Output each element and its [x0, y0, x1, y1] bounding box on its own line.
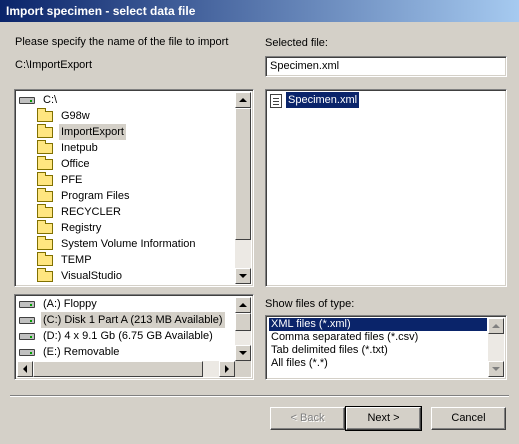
folder-icon: [37, 204, 53, 218]
file-type-item[interactable]: XML files (*.xml): [269, 318, 487, 331]
tree-folder-item[interactable]: VisualStudio: [37, 268, 233, 284]
scroll-down-button[interactable]: [235, 345, 251, 361]
folder-icon: [37, 236, 53, 250]
separator: [10, 395, 509, 397]
scroll-up-button[interactable]: [235, 297, 251, 313]
back-button-label: < Back: [290, 412, 325, 424]
drive-item[interactable]: (A:) Floppy: [19, 296, 233, 312]
tree-folder-label: G98w: [61, 110, 90, 122]
drive-icon: [19, 301, 35, 308]
arrow-down-icon: [492, 367, 500, 371]
scroll-up-button[interactable]: [235, 92, 251, 108]
folder-icon: [37, 124, 53, 138]
drive-label: (D:) 4 x 9.1 Gb (6.75 GB Available): [43, 330, 213, 342]
scroll-thumb[interactable]: [235, 108, 251, 240]
window-title: Import specimen - select data file: [6, 4, 196, 18]
drive-label: (A:) Floppy: [43, 298, 97, 310]
arrow-left-icon: [23, 365, 27, 373]
file-type-item[interactable]: Tab delimited files (*.txt): [269, 344, 487, 357]
file-type-label: Show files of type:: [265, 298, 355, 310]
folder-icon: [37, 156, 53, 170]
drive-list-hscroll[interactable]: [17, 361, 235, 377]
folder-icon: [37, 108, 53, 122]
tree-folder-label: Inetpub: [61, 142, 98, 154]
tree-folder-label: VisualStudio: [61, 270, 122, 282]
drive-item[interactable]: (E:) Removable: [19, 344, 233, 360]
drive-icon: [19, 349, 35, 356]
file-type-vscroll[interactable]: [488, 318, 504, 377]
scroll-corner: [235, 361, 251, 377]
drive-list[interactable]: (A:) Floppy (C:) Disk 1 Part A (213 MB Av…: [14, 294, 254, 380]
scroll-right-button[interactable]: [219, 361, 235, 377]
back-button[interactable]: < Back: [270, 407, 345, 430]
scroll-down-button[interactable]: [488, 361, 504, 377]
tree-root-label: C:\: [43, 94, 58, 106]
cancel-button-label: Cancel: [451, 412, 486, 424]
file-type-item[interactable]: Comma separated files (*.csv): [269, 331, 487, 344]
arrow-up-icon: [239, 302, 247, 307]
scroll-down-button[interactable]: [235, 268, 251, 284]
drive-icon: [19, 333, 35, 340]
arrow-up-icon: [492, 323, 500, 328]
file-type-item[interactable]: All files (*.*): [269, 357, 487, 370]
tree-folder-item[interactable]: RECYCLER: [37, 204, 233, 220]
tree-folder-label: RECYCLER: [61, 206, 121, 218]
current-path-label: C:\ImportExport: [15, 59, 93, 71]
drive-icon: [19, 97, 35, 104]
tree-folder-label: TEMP: [61, 254, 92, 266]
file-list[interactable]: Specimen.xml: [265, 89, 507, 287]
scroll-thumb[interactable]: [235, 313, 251, 331]
tree-folder-item[interactable]: Inetpub: [37, 140, 233, 156]
tree-folder-item[interactable]: Registry: [37, 220, 233, 236]
tree-folder-label: System Volume Information: [61, 238, 196, 250]
folder-icon: [37, 220, 53, 234]
tree-folder-label: Registry: [61, 222, 102, 234]
tree-folder-label: Program Files: [61, 190, 130, 202]
drive-label: (C:) Disk 1 Part A (213 MB Available): [41, 312, 225, 328]
selected-file-label: Selected file:: [265, 37, 328, 49]
document-icon: [270, 94, 282, 108]
tree-folder-item[interactable]: Office: [37, 156, 233, 172]
folder-icon: [37, 140, 53, 154]
tree-root[interactable]: C:\: [19, 92, 219, 108]
drive-item[interactable]: (C:) Disk 1 Part A (213 MB Available): [19, 312, 233, 328]
folder-tree-vscroll[interactable]: [235, 92, 251, 284]
file-label: Specimen.xml: [284, 91, 361, 109]
tree-folder-item[interactable]: G98w: [37, 108, 233, 124]
tree-folder-label: ImportExport: [59, 124, 126, 140]
drive-item[interactable]: (D:) 4 x 9.1 Gb (6.75 GB Available): [19, 328, 233, 344]
prompt-label: Please specify the name of the file to i…: [15, 36, 229, 48]
folder-icon: [37, 172, 53, 186]
file-item[interactable]: Specimen.xml: [270, 91, 390, 109]
drive-label: (E:) Removable: [43, 346, 120, 358]
arrow-down-icon: [239, 274, 247, 278]
scroll-thumb[interactable]: [33, 361, 203, 377]
folder-tree[interactable]: C:\ G98w ImportExport Inetpub Office PFE Prog…: [14, 89, 254, 287]
folder-icon: [37, 268, 53, 282]
scroll-left-button[interactable]: [17, 361, 33, 377]
arrow-down-icon: [239, 351, 247, 355]
drive-list-vscroll[interactable]: [235, 297, 251, 361]
tree-folder-label: Office: [61, 158, 90, 170]
file-type-list[interactable]: XML files (*.xml) Comma separated files (…: [265, 315, 507, 380]
arrow-up-icon: [239, 97, 247, 102]
arrow-right-icon: [225, 365, 229, 373]
scroll-up-button[interactable]: [488, 318, 504, 334]
next-button-label: Next >: [367, 412, 400, 424]
folder-icon: [37, 252, 53, 266]
title-bar[interactable]: Import specimen - select data file: [0, 0, 519, 22]
folder-icon: [37, 188, 53, 202]
tree-folder-label: PFE: [61, 174, 83, 186]
tree-folder-item[interactable]: TEMP: [37, 252, 233, 268]
tree-folder-item[interactable]: ImportExport: [37, 124, 233, 140]
tree-folder-item[interactable]: System Volume Information: [37, 236, 233, 252]
tree-folder-item[interactable]: Program Files: [37, 188, 233, 204]
drive-icon: [19, 317, 35, 324]
cancel-button[interactable]: Cancel: [431, 407, 506, 430]
selected-file-input[interactable]: Specimen.xml: [265, 56, 507, 77]
next-button[interactable]: Next >: [345, 406, 422, 431]
tree-folder-item[interactable]: PFE: [37, 172, 233, 188]
selected-file-value: Specimen.xml: [270, 60, 340, 72]
